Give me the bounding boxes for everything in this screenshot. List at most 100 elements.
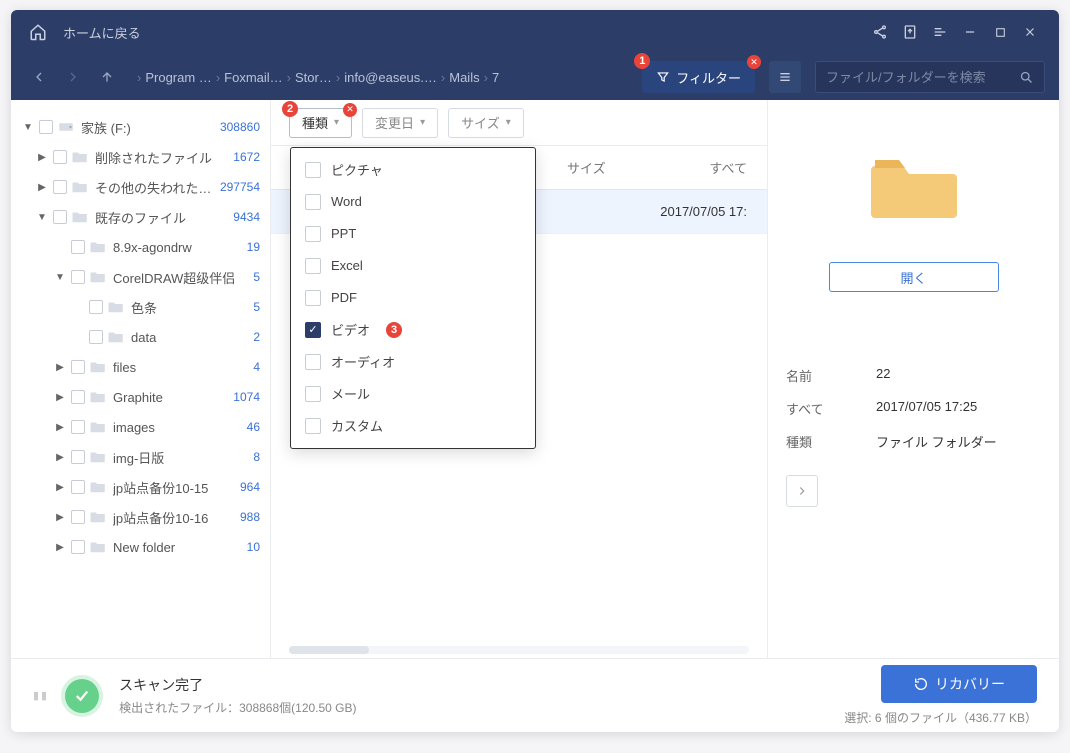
crumb[interactable]: info@easeus.… [344, 70, 437, 85]
filter-date[interactable]: 変更日▾ [362, 108, 438, 138]
minimize-button[interactable] [955, 17, 985, 47]
filter-type-clear-icon[interactable]: ✕ [343, 103, 357, 117]
tree-caret-icon[interactable]: ▶ [35, 152, 49, 163]
dropdown-item[interactable]: メール [291, 378, 535, 410]
dropdown-item[interactable]: Excel [291, 250, 535, 282]
tree-checkbox[interactable] [39, 120, 53, 134]
view-menu-button[interactable] [769, 61, 801, 93]
maximize-button[interactable] [985, 17, 1015, 47]
filter-clear-icon[interactable]: ✕ [747, 55, 761, 69]
filter-size[interactable]: サイズ▾ [448, 108, 524, 138]
tree-item[interactable]: ▶jp站点备份10-16988 [17, 502, 264, 532]
tree-checkbox[interactable] [71, 360, 85, 374]
tree-checkbox[interactable] [71, 420, 85, 434]
tree-item[interactable]: 色条5 [17, 292, 264, 322]
dropdown-checkbox[interactable] [305, 322, 321, 338]
tree-item[interactable]: ▼家族 (F:)308860 [17, 112, 264, 142]
tree-item[interactable]: ▼既存のファイル9434 [17, 202, 264, 232]
dropdown-checkbox[interactable] [305, 386, 321, 402]
next-button[interactable] [786, 475, 818, 507]
tree-item[interactable]: ▶New folder10 [17, 532, 264, 562]
tree-item[interactable]: ▶img-日版8 [17, 442, 264, 472]
tree-count: 2 [253, 330, 260, 344]
col-date[interactable]: すべて [657, 158, 767, 177]
details-panel: 開く 名前22 すべて2017/07/05 17:25 種類ファイル フォルダー [767, 100, 1059, 658]
tree-checkbox[interactable] [71, 240, 85, 254]
crumb[interactable]: Foxmail… [224, 70, 283, 85]
scrollbar-horizontal[interactable] [289, 646, 749, 654]
tree-item[interactable]: ▶files4 [17, 352, 264, 382]
tree-item[interactable]: ▶Graphite1074 [17, 382, 264, 412]
home-label[interactable]: ホームに戻る [63, 23, 141, 42]
tree-checkbox[interactable] [71, 270, 85, 284]
dropdown-checkbox[interactable] [305, 418, 321, 434]
forward-button[interactable] [59, 63, 87, 91]
tree-item[interactable]: ▶images46 [17, 412, 264, 442]
dropdown-label: ピクチャ [331, 160, 383, 179]
close-button[interactable] [1015, 17, 1045, 47]
dropdown-item[interactable]: ビデオ3 [291, 314, 535, 346]
dropdown-checkbox[interactable] [305, 226, 321, 242]
tree-checkbox[interactable] [89, 300, 103, 314]
tree-caret-icon[interactable]: ▶ [53, 362, 67, 373]
dropdown-item[interactable]: Word [291, 186, 535, 218]
open-button[interactable]: 開く [829, 262, 999, 292]
tree-count: 5 [253, 300, 260, 314]
tree-caret-icon[interactable]: ▼ [53, 272, 67, 283]
dropdown-item[interactable]: ピクチャ [291, 154, 535, 186]
tree-caret-icon[interactable]: ▶ [53, 542, 67, 553]
dropdown-item[interactable]: オーディオ [291, 346, 535, 378]
search-input[interactable] [826, 70, 1019, 85]
dropdown-checkbox[interactable] [305, 354, 321, 370]
tree-checkbox[interactable] [53, 180, 67, 194]
tree-caret-icon[interactable]: ▼ [35, 212, 49, 223]
tree-caret-icon[interactable]: ▶ [35, 182, 49, 193]
dropdown-checkbox[interactable] [305, 162, 321, 178]
dropdown-item[interactable]: カスタム [291, 410, 535, 442]
tree-caret-icon[interactable]: ▼ [21, 122, 35, 133]
share-icon[interactable] [865, 17, 895, 47]
dropdown-checkbox[interactable] [305, 194, 321, 210]
tree-item[interactable]: data2 [17, 322, 264, 352]
tree-item[interactable]: 8.9x-agondrw19 [17, 232, 264, 262]
tree-item[interactable]: ▼CorelDRAW超级伴侣5 [17, 262, 264, 292]
crumb[interactable]: 7 [492, 70, 499, 85]
tree-caret-icon[interactable]: ▶ [53, 512, 67, 523]
crumb[interactable]: Mails [449, 70, 479, 85]
search-box[interactable] [815, 61, 1045, 93]
dropdown-item[interactable]: PDF [291, 282, 535, 314]
crumb[interactable]: Program … [145, 70, 211, 85]
recover-button[interactable]: リカバリー [881, 665, 1037, 703]
tree-checkbox[interactable] [89, 330, 103, 344]
dropdown-checkbox[interactable] [305, 258, 321, 274]
tree-item[interactable]: ▶削除されたファイル1672 [17, 142, 264, 172]
search-icon[interactable] [1019, 70, 1034, 85]
tree-item[interactable]: ▶その他の失われたフ…297754 [17, 172, 264, 202]
up-button[interactable] [93, 63, 121, 91]
tree-caret-icon[interactable]: ▶ [53, 422, 67, 433]
tree-item[interactable]: ▶jp站点备份10-15964 [17, 472, 264, 502]
tree-checkbox[interactable] [71, 390, 85, 404]
tree-caret-icon[interactable]: ▶ [53, 482, 67, 493]
dropdown-checkbox[interactable] [305, 290, 321, 306]
export-icon[interactable] [895, 17, 925, 47]
tree-checkbox[interactable] [71, 480, 85, 494]
home-button[interactable] [25, 19, 51, 45]
tree-checkbox[interactable] [53, 210, 67, 224]
tree-checkbox[interactable] [71, 510, 85, 524]
back-button[interactable] [25, 63, 53, 91]
dropdown-item[interactable]: PPT [291, 218, 535, 250]
tree-count: 1074 [233, 390, 260, 404]
tree-checkbox[interactable] [71, 540, 85, 554]
tree-checkbox[interactable] [71, 450, 85, 464]
col-size[interactable]: サイズ [567, 158, 657, 177]
settings-icon[interactable] [925, 17, 955, 47]
pause-icon[interactable]: ▮▮ [33, 689, 49, 702]
tree-caret-icon[interactable]: ▶ [53, 452, 67, 463]
filter-type[interactable]: 2 ✕ 種類▾ ピクチャWordPPTExcelPDFビデオ3オーディオメールカ… [289, 108, 352, 138]
tree-checkbox[interactable] [53, 150, 67, 164]
tree-label: jp站点备份10-16 [113, 508, 236, 527]
filter-button[interactable]: 1 ✕ フィルター [642, 61, 755, 93]
tree-caret-icon[interactable]: ▶ [53, 392, 67, 403]
crumb[interactable]: Stor… [295, 70, 332, 85]
